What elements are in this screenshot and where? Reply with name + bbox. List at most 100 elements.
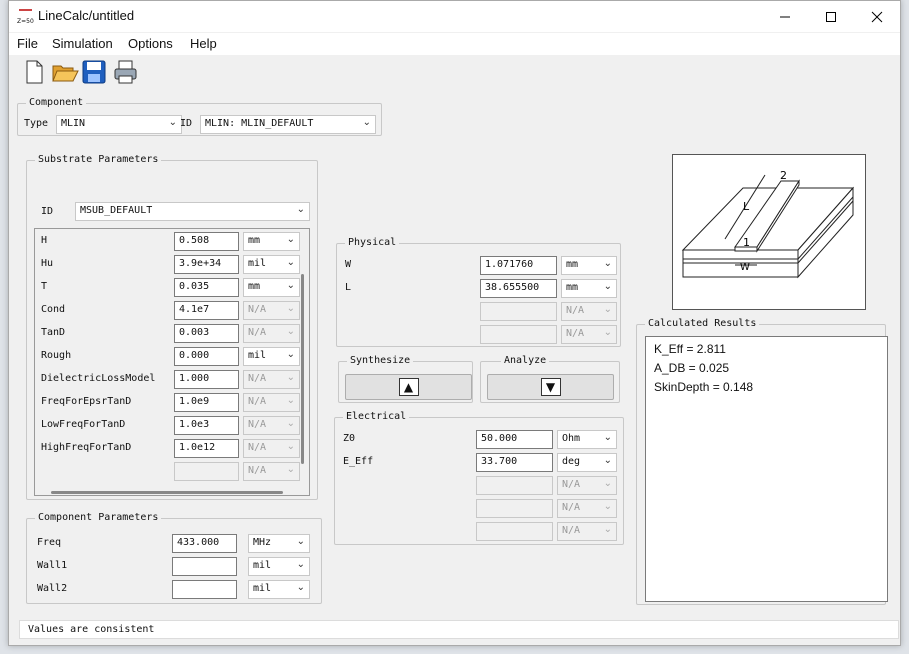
param-value-input[interactable]	[480, 325, 557, 344]
maximize-icon	[826, 11, 836, 22]
param-unit-select[interactable]: N/A ⌄	[243, 439, 300, 458]
physical-group-title: Physical	[345, 237, 400, 248]
param-unit-select[interactable]: deg ⌄	[557, 453, 617, 472]
param-value-input[interactable]: 433.000	[172, 534, 237, 553]
substrate-id-select[interactable]: MSUB_DEFAULT ⌄	[75, 202, 310, 221]
param-unit-select[interactable]: mm ⌄	[561, 279, 617, 298]
unit-value: N/A	[248, 419, 267, 430]
component-id-value: MLIN: MLIN_DEFAULT	[205, 118, 314, 129]
chevron-down-icon: ⌄	[286, 257, 295, 268]
param-unit-select[interactable]: N/A ⌄	[557, 499, 617, 518]
unit-value: mm	[248, 235, 261, 246]
param-unit-select[interactable]: N/A ⌄	[243, 462, 300, 481]
param-label: L	[345, 282, 352, 293]
param-value-input[interactable]: 1.0e12	[174, 439, 239, 458]
physical-group: Physical W 1.071760 mm ⌄ L 38.655500 mm ⌄ N/A ⌄ N/…	[336, 237, 621, 347]
substrate-group-title: Substrate Parameters	[35, 154, 162, 165]
vertical-scrollbar[interactable]	[301, 274, 304, 464]
param-value-input[interactable]: 1.071760	[480, 256, 557, 275]
param-value-input[interactable]	[172, 580, 237, 599]
param-value-input[interactable]: 4.1e7	[174, 301, 239, 320]
menu-file[interactable]: File	[17, 36, 38, 51]
menu-help[interactable]: Help	[190, 36, 217, 51]
param-unit-select[interactable]: mm ⌄	[561, 256, 617, 275]
minimize-icon	[780, 16, 790, 17]
chevron-down-icon: ⌄	[603, 258, 612, 269]
param-unit-select[interactable]: mil ⌄	[243, 347, 300, 366]
param-unit-select[interactable]: mil ⌄	[248, 557, 310, 576]
param-value-input[interactable]: 33.700	[476, 453, 553, 472]
synthesize-button[interactable]: ▲	[345, 374, 472, 400]
result-line: A_DB = 0.025	[654, 361, 730, 375]
menu-options[interactable]: Options	[128, 36, 173, 51]
param-value-input[interactable]: 0.000	[174, 347, 239, 366]
param-label: W	[345, 259, 352, 270]
param-value-input[interactable]: 1.000	[174, 370, 239, 389]
port-2-label: 2	[780, 169, 787, 182]
param-value-input[interactable]	[174, 462, 239, 481]
param-unit-select[interactable]: mil ⌄	[248, 580, 310, 599]
type-select[interactable]: MLIN ⌄	[56, 115, 182, 134]
param-unit-select[interactable]: N/A ⌄	[243, 301, 300, 320]
param-label: Z0	[343, 433, 356, 444]
param-value-input[interactable]: 1.0e9	[174, 393, 239, 412]
param-label: Hu	[41, 258, 54, 269]
param-value-input[interactable]: 0.035	[174, 278, 239, 297]
menu-simulation[interactable]: Simulation	[52, 36, 113, 51]
chevron-down-icon: ⌄	[286, 441, 295, 452]
param-label: TanD	[41, 327, 66, 338]
param-value-input[interactable]	[476, 476, 553, 495]
param-unit-select[interactable]: mil ⌄	[243, 255, 300, 274]
maximize-button[interactable]	[808, 1, 854, 32]
print-icon	[114, 60, 137, 84]
toolbar	[9, 55, 900, 89]
param-value-input[interactable]: 50.000	[476, 430, 553, 449]
chevron-down-icon: ⌄	[286, 372, 295, 383]
chevron-down-icon: ⌄	[603, 327, 612, 338]
param-unit-select[interactable]: N/A ⌄	[557, 522, 617, 541]
param-unit-select[interactable]: mm ⌄	[243, 278, 300, 297]
horizontal-scrollbar[interactable]	[51, 491, 283, 494]
param-unit-select[interactable]: N/A ⌄	[557, 476, 617, 495]
substrate-group: Substrate Parameters ID MSUB_DEFAULT ⌄ H 0…	[26, 154, 318, 500]
param-value-input[interactable]: 0.508	[174, 232, 239, 251]
electrical-group: Electrical Z0 50.000 Ohm ⌄ E_Eff 33.700 deg ⌄ N/…	[334, 411, 624, 545]
param-value-input[interactable]	[476, 522, 553, 541]
app-icon-text: Z=50	[17, 18, 34, 25]
microstrip-line-illustration: 1 2 L W	[681, 169, 855, 279]
unit-value: Ohm	[562, 433, 581, 444]
analyze-button[interactable]: ▼	[487, 374, 614, 400]
param-unit-select[interactable]: mm ⌄	[243, 232, 300, 251]
param-value-input[interactable]	[476, 499, 553, 518]
component-group-title: Component	[26, 97, 87, 108]
param-unit-select[interactable]: N/A ⌄	[243, 393, 300, 412]
component-id-select[interactable]: MLIN: MLIN_DEFAULT ⌄	[200, 115, 376, 134]
param-unit-select[interactable]: MHz ⌄	[248, 534, 310, 553]
param-value-input[interactable]	[172, 557, 237, 576]
chevron-down-icon: ⌄	[296, 536, 305, 547]
save-button[interactable]	[81, 59, 107, 85]
open-folder-button[interactable]	[51, 59, 79, 85]
minimize-button[interactable]	[762, 1, 808, 32]
param-unit-select[interactable]: N/A ⌄	[243, 324, 300, 343]
param-value-input[interactable]	[480, 302, 557, 321]
app-icon: Z=50	[17, 8, 35, 26]
param-label: HighFreqForTanD	[41, 442, 132, 453]
param-value-input[interactable]: 3.9e+34	[174, 255, 239, 274]
param-unit-select[interactable]: N/A ⌄	[561, 302, 617, 321]
print-button[interactable]	[112, 59, 138, 85]
close-button[interactable]	[854, 1, 900, 32]
param-unit-select[interactable]: N/A ⌄	[243, 370, 300, 389]
unit-value: N/A	[248, 396, 267, 407]
param-value-input[interactable]: 1.0e3	[174, 416, 239, 435]
param-unit-select[interactable]: Ohm ⌄	[557, 430, 617, 449]
param-value-input[interactable]: 38.655500	[480, 279, 557, 298]
unit-value: N/A	[248, 442, 267, 453]
chevron-down-icon: ⌄	[362, 117, 371, 128]
param-unit-select[interactable]: N/A ⌄	[561, 325, 617, 344]
new-file-button[interactable]	[21, 59, 47, 85]
param-value-input[interactable]: 0.003	[174, 324, 239, 343]
param-label: DielectricLossModel	[41, 373, 156, 384]
chevron-down-icon: ⌄	[296, 204, 305, 215]
param-unit-select[interactable]: N/A ⌄	[243, 416, 300, 435]
